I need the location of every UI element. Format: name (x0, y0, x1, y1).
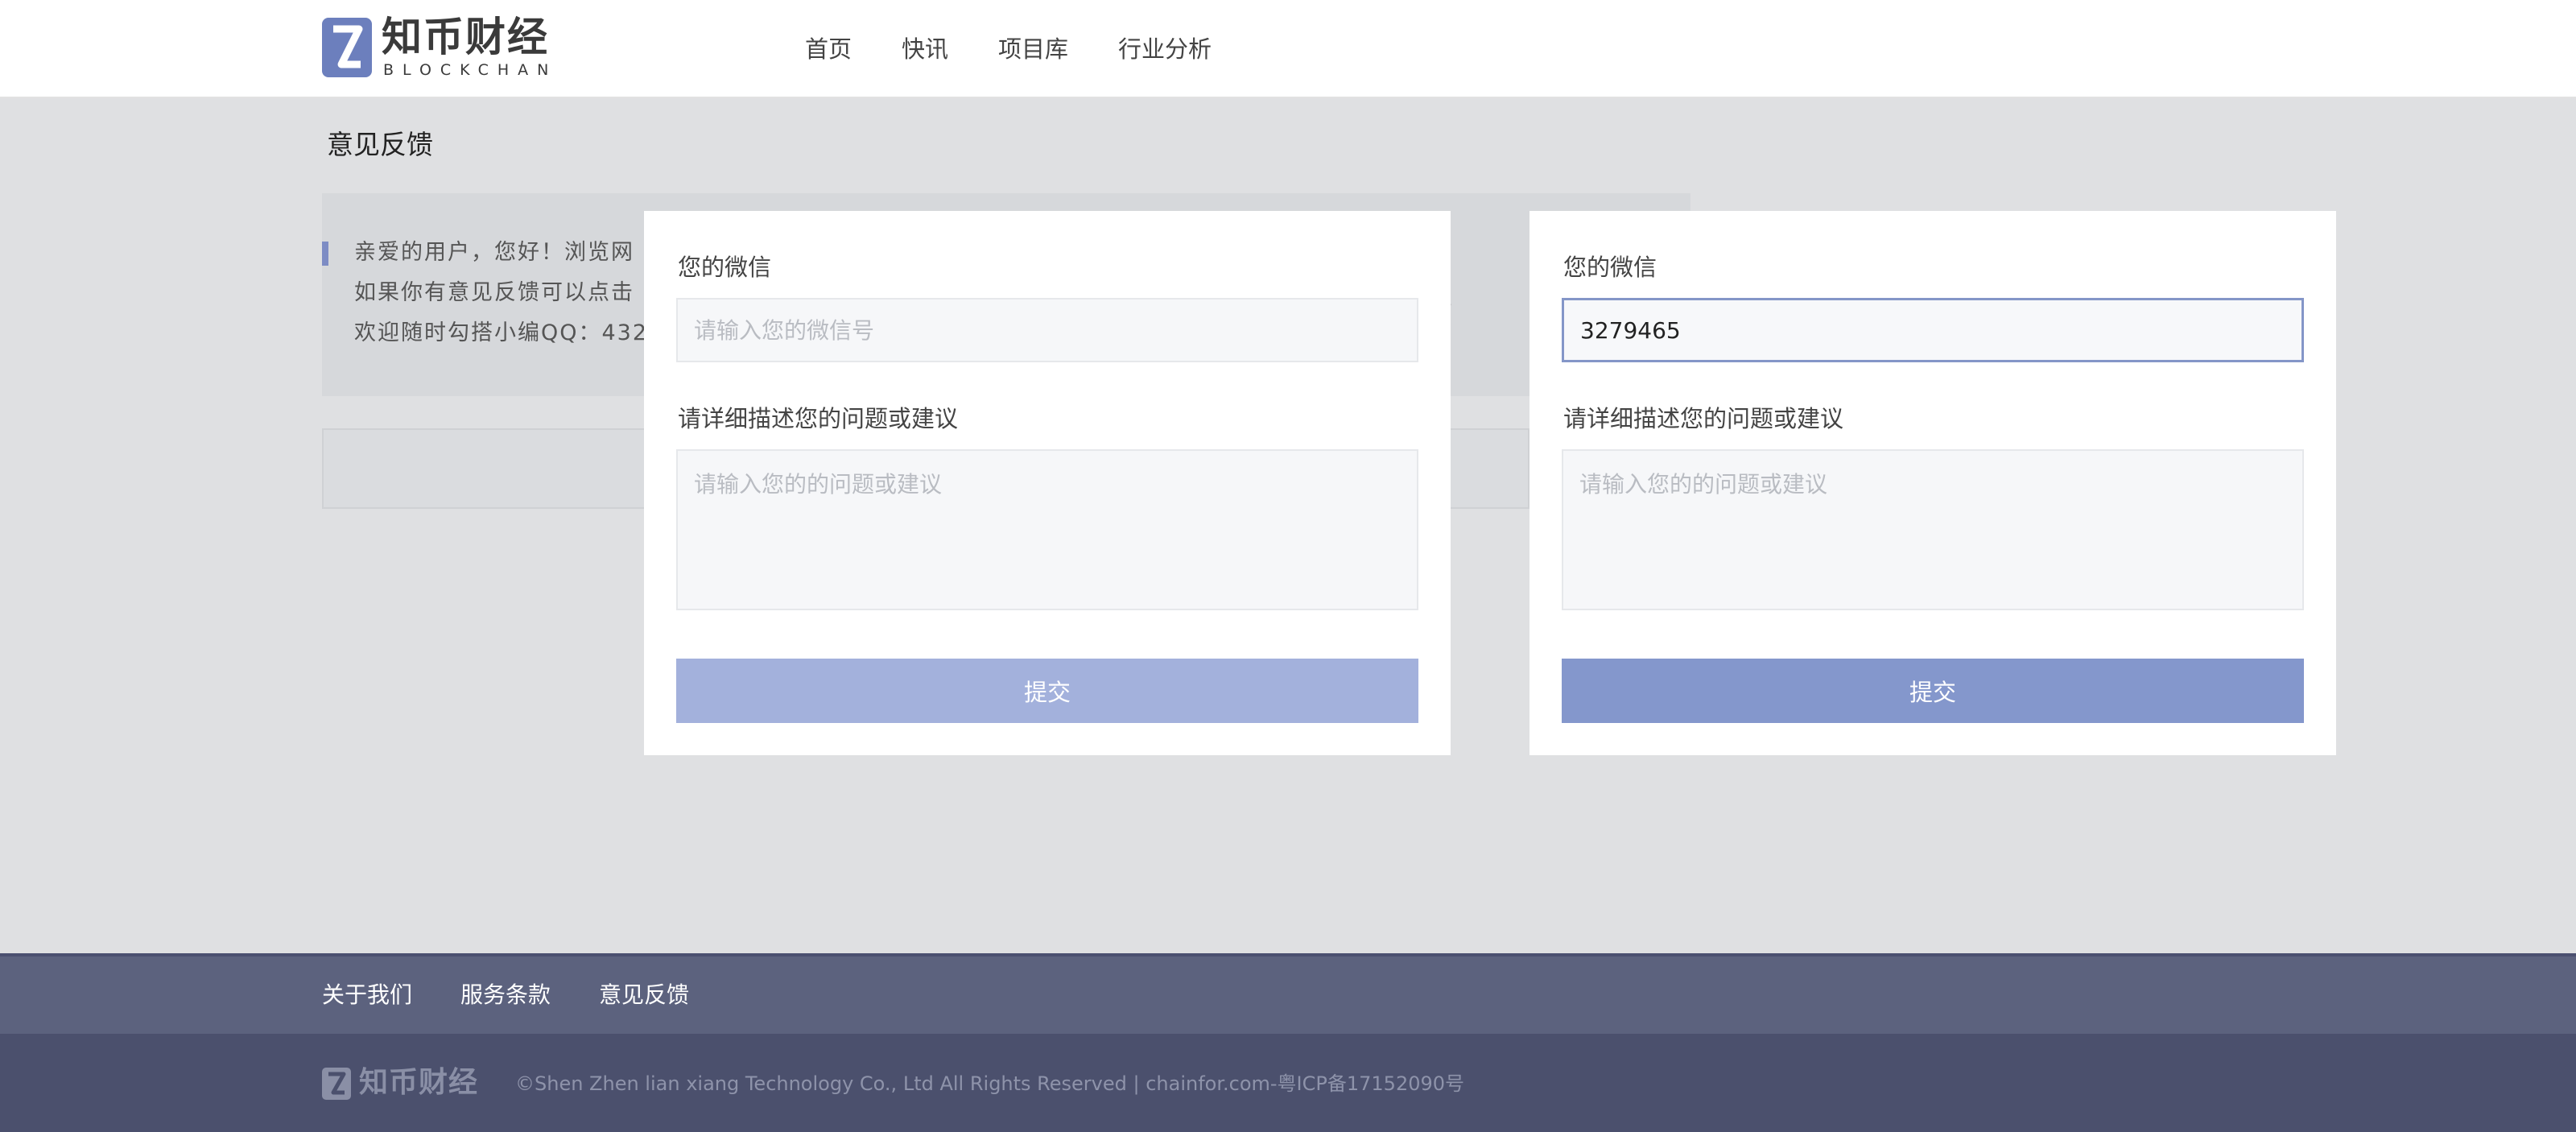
footer-links: 关于我们 服务条款 意见反馈 (322, 979, 737, 1011)
wechat-input[interactable] (1562, 298, 2304, 362)
nav-item-industry-analysis[interactable]: 行业分析 (1118, 32, 1212, 66)
submit-button[interactable]: 提交 (676, 659, 1418, 723)
footer-logo-text: 知币财经 (359, 1066, 479, 1099)
footer-bottom: 知币财经 ©Shen Zhen lian xiang Technology Co… (0, 1034, 2576, 1132)
feedback-modal-filled: 您的微信 请详细描述您的问题或建议 提交 (1530, 211, 2336, 755)
nav-item-home[interactable]: 首页 (805, 32, 852, 66)
description-label: 请详细描述您的问题或建议 (678, 405, 959, 432)
footer-link-feedback[interactable]: 意见反馈 (599, 979, 689, 1011)
main-nav: 首页 快讯 项目库 行业分析 (805, 32, 1261, 66)
nav-item-projects[interactable]: 项目库 (998, 32, 1068, 66)
page-title: 意见反馈 (327, 129, 433, 160)
wechat-label: 您的微信 (1563, 254, 1657, 281)
description-textarea[interactable] (1562, 449, 2304, 610)
notice-accent-bar (322, 242, 328, 266)
footer-link-about[interactable]: 关于我们 (322, 979, 412, 1011)
feedback-modal-empty: 您的微信 请详细描述您的问题或建议 提交 (644, 211, 1451, 755)
wechat-label: 您的微信 (678, 254, 772, 281)
nav-item-news-flash[interactable]: 快讯 (902, 32, 948, 66)
description-label: 请详细描述您的问题或建议 (1563, 405, 1844, 432)
notice-line-1: 亲爱的用户，您好！浏览网 (354, 240, 634, 265)
footer-links-bar: 关于我们 服务条款 意见反馈 (0, 953, 2576, 1034)
logo-mark-icon (322, 18, 372, 77)
description-textarea[interactable] (676, 449, 1418, 610)
site-header: 知币财经 BLOCKCHAN 首页 快讯 项目库 行业分析 (0, 0, 2576, 98)
footer-logo-mark-icon (322, 1068, 351, 1100)
notice-line-3: 欢迎随时勾搭小编QQ：432 (354, 320, 649, 345)
footer-link-terms[interactable]: 服务条款 (460, 979, 551, 1011)
wechat-input[interactable] (676, 298, 1418, 362)
copyright-text: ©Shen Zhen lian xiang Technology Co., Lt… (515, 1072, 1465, 1095)
site-logo[interactable]: 知币财经 BLOCKCHAN (322, 14, 564, 79)
submit-button[interactable]: 提交 (1562, 659, 2304, 723)
logo-title: 知币财经 (382, 14, 549, 60)
logo-subtitle: BLOCKCHAN (383, 61, 558, 79)
footer-logo: 知币财经 (322, 1066, 491, 1101)
notice-line-2: 如果你有意见反馈可以点击 (354, 280, 634, 305)
